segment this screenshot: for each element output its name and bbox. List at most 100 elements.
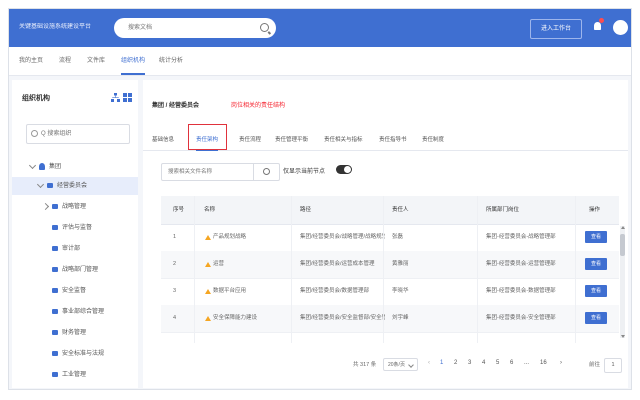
- column-header-name: 名称: [204, 207, 216, 213]
- top-bar: 关键基础设施系统建设平台 进入工作台: [9, 9, 631, 47]
- org-search-input[interactable]: [41, 128, 125, 140]
- column-divider: [194, 196, 195, 343]
- tree-node[interactable]: 工业管理: [12, 366, 138, 384]
- notification-badge: [599, 18, 604, 23]
- tree-node[interactable]: 安全标准与法规: [12, 345, 138, 363]
- next-page-icon[interactable]: ›: [560, 360, 562, 366]
- column-header-no: 序号: [173, 207, 185, 213]
- chevron-down-icon[interactable]: [36, 180, 45, 189]
- tab-highlight-box: [188, 124, 227, 150]
- column-divider: [383, 196, 384, 343]
- nav-organization[interactable]: 组织机构: [121, 47, 146, 75]
- search-icon: [31, 130, 38, 137]
- view-button[interactable]: 查看: [585, 285, 607, 297]
- org-search[interactable]: [26, 124, 130, 144]
- total-count: 共 317 条: [353, 362, 377, 368]
- tree-node-label: 评估与监督: [62, 225, 93, 231]
- page-size-select[interactable]: 20条/页: [383, 358, 418, 371]
- bell-icon[interactable]: [594, 22, 601, 30]
- tab-responsibility-guide[interactable]: 责任指导书: [379, 130, 407, 150]
- table-row: 4 安全保障能力建设 集团/经营委员会/安全监督部/安全管理 刘宇峰 集团-经营…: [161, 305, 619, 333]
- page-6[interactable]: 6: [510, 360, 513, 366]
- warning-icon: [205, 289, 211, 294]
- pagination: 共 317 条 20条/页 ‹ 1 2 3 4 5 6 ... 16 › 前往 …: [353, 358, 623, 373]
- cell-no: 3: [173, 288, 177, 294]
- cell-name: 安全保障能力建设: [213, 315, 258, 321]
- folder-icon: [52, 330, 58, 335]
- tab-responsibility-balance[interactable]: 责任管理平衡: [275, 130, 308, 150]
- column-divider: [291, 196, 292, 343]
- tree-node[interactable]: 财务管理: [12, 324, 138, 342]
- tab-basic-info[interactable]: 基础信息: [152, 130, 174, 150]
- tree-node-label: 集团: [49, 164, 62, 170]
- cell-name: 数据平台应用: [213, 288, 247, 294]
- warning-icon: [205, 262, 211, 267]
- folder-icon: [47, 183, 53, 188]
- only-current-toggle[interactable]: [336, 165, 352, 174]
- nav-statistics[interactable]: 统计分析: [159, 47, 183, 75]
- view-button[interactable]: 查看: [585, 312, 607, 324]
- tree-node[interactable]: 审计部: [12, 240, 138, 258]
- search-icon[interactable]: [260, 23, 269, 32]
- doc-search[interactable]: [161, 163, 280, 181]
- folder-icon: [52, 246, 58, 251]
- page-4[interactable]: 4: [482, 360, 485, 366]
- nav-home[interactable]: 我的主页: [19, 47, 43, 75]
- cell-no: 4: [173, 315, 177, 321]
- column-header-action: 操作: [589, 207, 601, 213]
- tree-node-label: 审计部: [62, 246, 81, 252]
- tree-node-selected[interactable]: 经营委员会: [12, 177, 138, 195]
- cell-dept: 集团-经营委员会-安全管理部: [486, 315, 556, 321]
- tree-node[interactable]: 安全监督: [12, 282, 138, 300]
- goto-page-input[interactable]: 1: [604, 358, 622, 373]
- scroll-down-icon[interactable]: [620, 335, 625, 338]
- tab-responsibility-indicators[interactable]: 责任相关与指标: [324, 130, 363, 150]
- global-search-input[interactable]: [128, 22, 253, 34]
- scroll-up-icon[interactable]: [620, 226, 625, 229]
- cell-owner: 刘宇峰: [392, 315, 409, 321]
- table-header: 序号 名称 路径 责任人 所属部门岗位 操作: [161, 196, 619, 225]
- cell-owner: 李晓华: [392, 288, 409, 294]
- page-2[interactable]: 2: [454, 360, 457, 366]
- folder-icon: [52, 372, 58, 377]
- page-ellipsis[interactable]: ...: [524, 360, 529, 366]
- chevron-down-icon[interactable]: [28, 161, 37, 170]
- only-current-label: 仅显示当前节点: [283, 169, 326, 175]
- cell-name: 运营: [213, 261, 225, 267]
- doc-search-button[interactable]: [253, 164, 280, 180]
- column-divider: [477, 196, 478, 343]
- prev-page-icon[interactable]: ‹: [428, 360, 430, 366]
- tree-node-group[interactable]: 集团: [12, 158, 138, 176]
- tree-node-label: 经营委员会: [57, 183, 88, 189]
- page-3[interactable]: 3: [468, 360, 471, 366]
- tree-node[interactable]: 战略部门管理: [12, 261, 138, 279]
- nav-process[interactable]: 流程: [59, 47, 71, 75]
- global-search[interactable]: [114, 18, 276, 38]
- column-header-path: 路径: [300, 207, 312, 213]
- tree-node[interactable]: 战略管理: [12, 198, 138, 216]
- page-1[interactable]: 1: [440, 360, 443, 366]
- view-button[interactable]: 查看: [585, 258, 607, 270]
- nav-files[interactable]: 文件库: [87, 47, 105, 75]
- avatar[interactable]: [613, 20, 628, 35]
- page-5[interactable]: 5: [496, 360, 499, 366]
- table-scrollbar[interactable]: [620, 226, 625, 338]
- app-window: 关键基础设施系统建设平台 进入工作台 我的主页 流程 文件库 组织机构 统计分析…: [8, 8, 632, 390]
- scrollbar-thumb[interactable]: [620, 234, 625, 256]
- doc-search-input[interactable]: [168, 166, 248, 178]
- folder-icon: [52, 225, 58, 230]
- tree-node-label: 战略管理: [62, 204, 87, 210]
- tree-node[interactable]: 评估与监督: [12, 219, 138, 237]
- enter-workspace-button[interactable]: 进入工作台: [530, 19, 582, 39]
- page-16[interactable]: 16: [540, 360, 547, 366]
- cell-dept: 集团-经营委员会-运营管理部: [486, 261, 556, 267]
- grid-view-icon[interactable]: [123, 93, 132, 102]
- tab-responsibility-system[interactable]: 责任制度: [422, 130, 444, 150]
- tree-node-label: 安全标准与法规: [62, 351, 105, 357]
- tab-responsibility-process[interactable]: 责任流程: [239, 130, 261, 150]
- view-button[interactable]: 查看: [585, 231, 607, 243]
- chevron-right-icon[interactable]: [41, 202, 50, 211]
- tree-node-label: 战略部门管理: [62, 267, 99, 273]
- org-chart-icon[interactable]: [111, 93, 120, 102]
- tree-node[interactable]: 事业部综合管理: [12, 303, 138, 321]
